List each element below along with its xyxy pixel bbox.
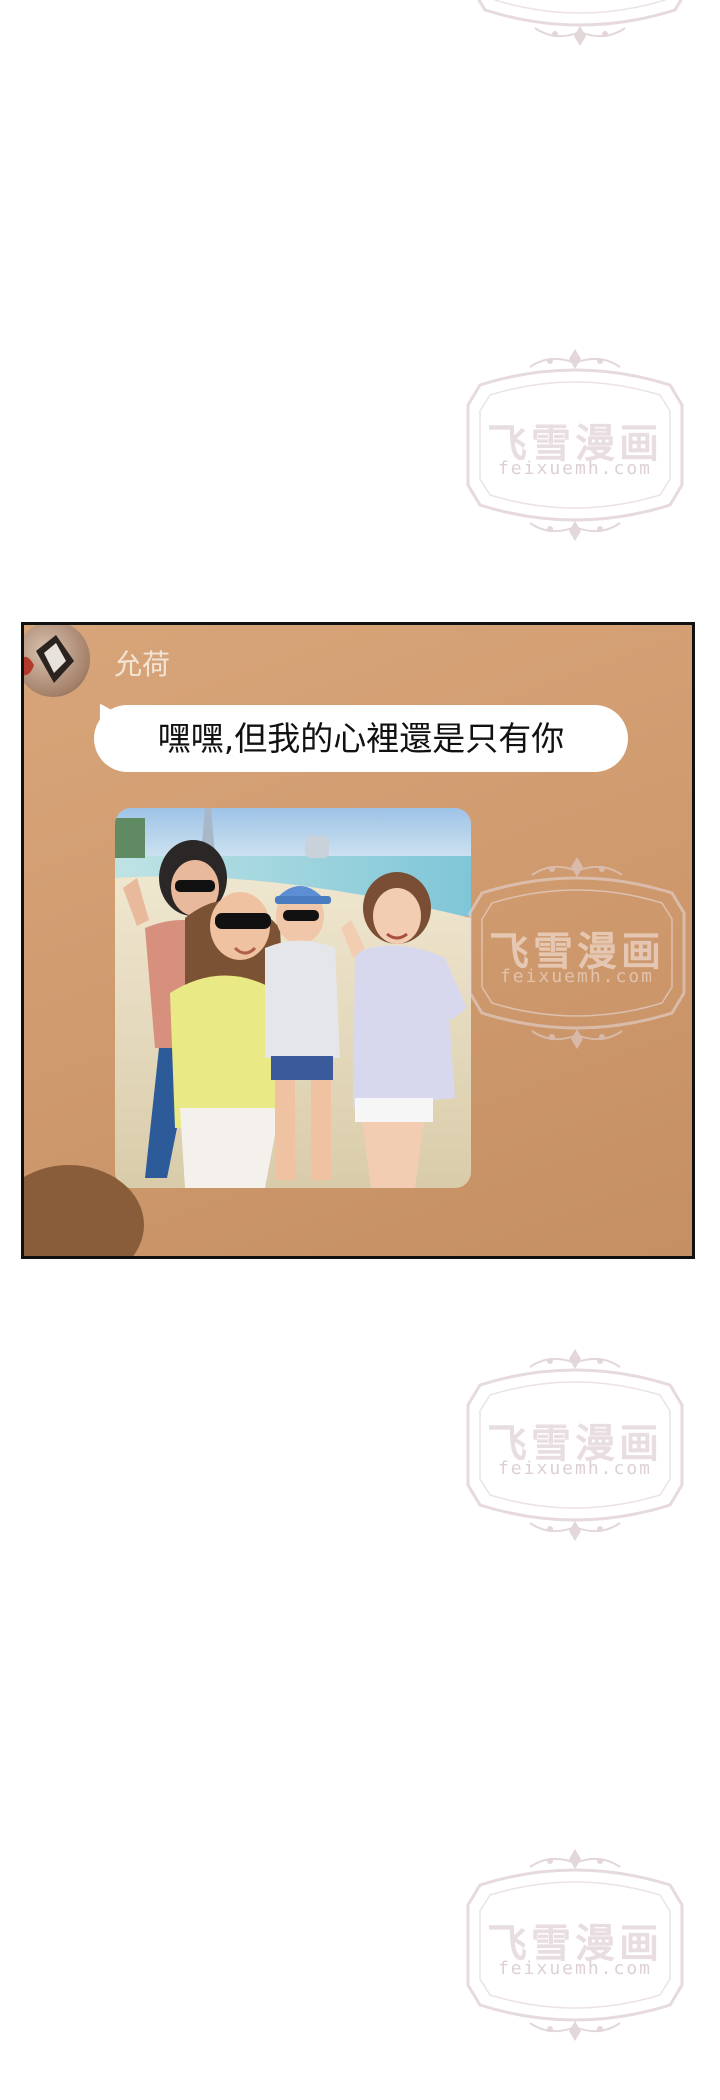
watermark-url: feixuemh.com [497,458,653,479]
chat-panel: 允荷 嘿嘿,但我的心裡還是只有你 飞雪漫画 feixuemh.com [21,622,695,1259]
watermark-in-panel: 飞雪漫画 feixuemh.com [452,853,692,1053]
shared-photo[interactable] [115,808,471,1188]
watermark-url: feixuemh.com [497,1458,653,1479]
message-text: 嘿嘿,但我的心裡還是只有你 [157,719,565,758]
sender-avatar [24,625,90,697]
message-bubble[interactable]: 嘿嘿,但我的心裡還是只有你 [94,705,628,772]
watermark-3: 飞雪漫画 feixuemh.com [450,1845,700,2045]
watermark-2: 飞雪漫画 feixuemh.com [450,1345,700,1545]
sender-name: 允荷 [114,648,171,681]
watermark-url: feixuemh.com [499,966,655,987]
watermark-url: feixuemh.com [497,1958,653,1979]
watermark-frame-icon [471,0,689,48]
watermark-1: 飞雪漫画 feixuemh.com [450,345,700,545]
beach-selfie-image [115,808,471,1188]
watermark-top [455,0,705,50]
